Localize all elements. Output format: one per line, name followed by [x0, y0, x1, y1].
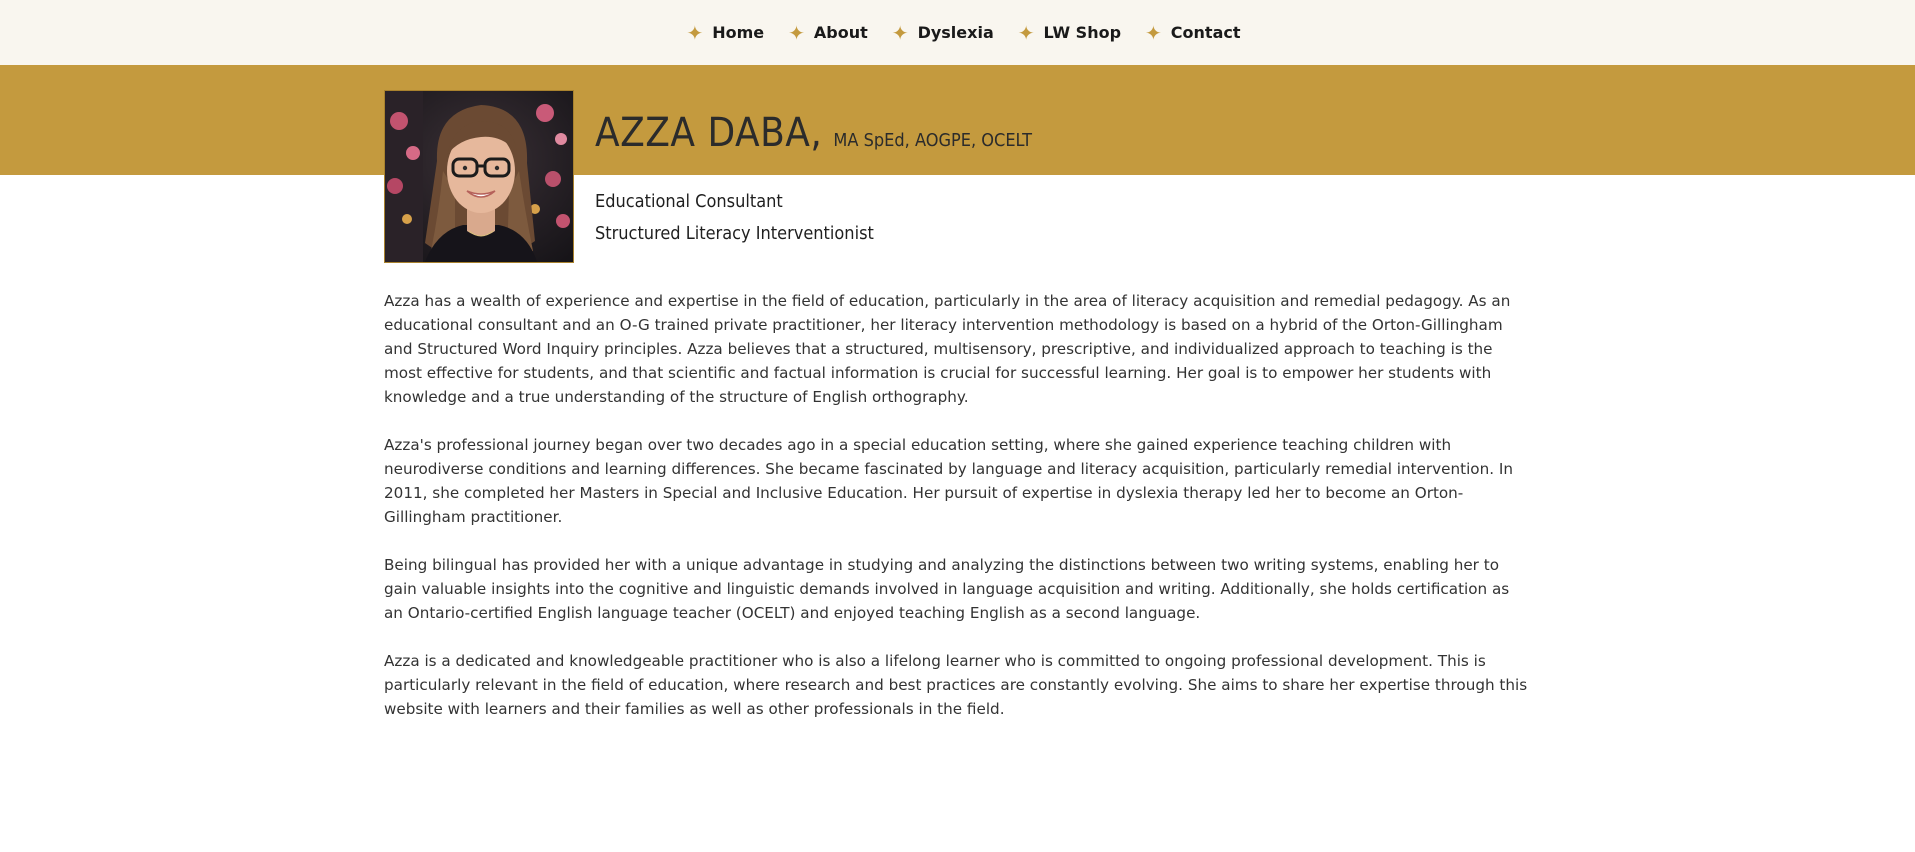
top-navigation: ✦ Home ✦ About ✦ Dyslexia ✦ LW Shop ✦ Co…	[0, 0, 1915, 65]
bio-paragraph: Being bilingual has provided her with a …	[384, 556, 1510, 622]
star-icon: ✦	[686, 20, 704, 45]
nav-menu: ✦ Home ✦ About ✦ Dyslexia ✦ LW Shop ✦ Co…	[674, 23, 1240, 43]
bio-text: Azza has a wealth of experience and expe…	[384, 289, 1530, 745]
nav-label-dyslexia[interactable]: Dyslexia	[918, 23, 994, 42]
role-line: Educational Consultant	[595, 191, 783, 212]
nav-item-about[interactable]: ✦ About	[788, 23, 868, 43]
nav-item-lw-shop[interactable]: ✦ LW Shop	[1018, 23, 1121, 43]
profile-credentials: MA SpEd, AOGPE, OCELT	[833, 130, 1032, 151]
profile-roles: Educational Consultant Structured Litera…	[595, 186, 874, 250]
nav-item-dyslexia[interactable]: ✦ Dyslexia	[892, 23, 994, 43]
profile-photo	[384, 90, 574, 263]
star-icon: ✦	[1145, 20, 1162, 45]
profile-heading: AZZA DABA, MA SpEd, AOGPE, OCELT	[595, 110, 1032, 156]
star-icon: ✦	[788, 20, 805, 45]
bio-paragraph: Azza's professional journey began over t…	[384, 436, 1513, 526]
bio-paragraph: Azza has a wealth of experience and expe…	[384, 292, 1511, 406]
nav-label-lw-shop[interactable]: LW Shop	[1044, 23, 1122, 42]
bio-paragraph: Azza is a dedicated and knowledgeable pr…	[384, 652, 1528, 718]
nav-item-contact[interactable]: ✦ Contact	[1145, 23, 1240, 43]
role-line: Structured Literacy Interventionist	[595, 223, 874, 244]
profile-name: AZZA DABA,	[595, 110, 823, 156]
star-icon: ✦	[891, 20, 909, 45]
nav-label-contact[interactable]: Contact	[1171, 23, 1241, 42]
nav-label-home[interactable]: Home	[712, 23, 764, 42]
star-icon: ✦	[1017, 20, 1035, 45]
nav-item-home[interactable]: ✦ Home	[686, 23, 764, 43]
nav-label-about[interactable]: About	[814, 23, 868, 42]
portrait-image	[385, 91, 573, 262]
